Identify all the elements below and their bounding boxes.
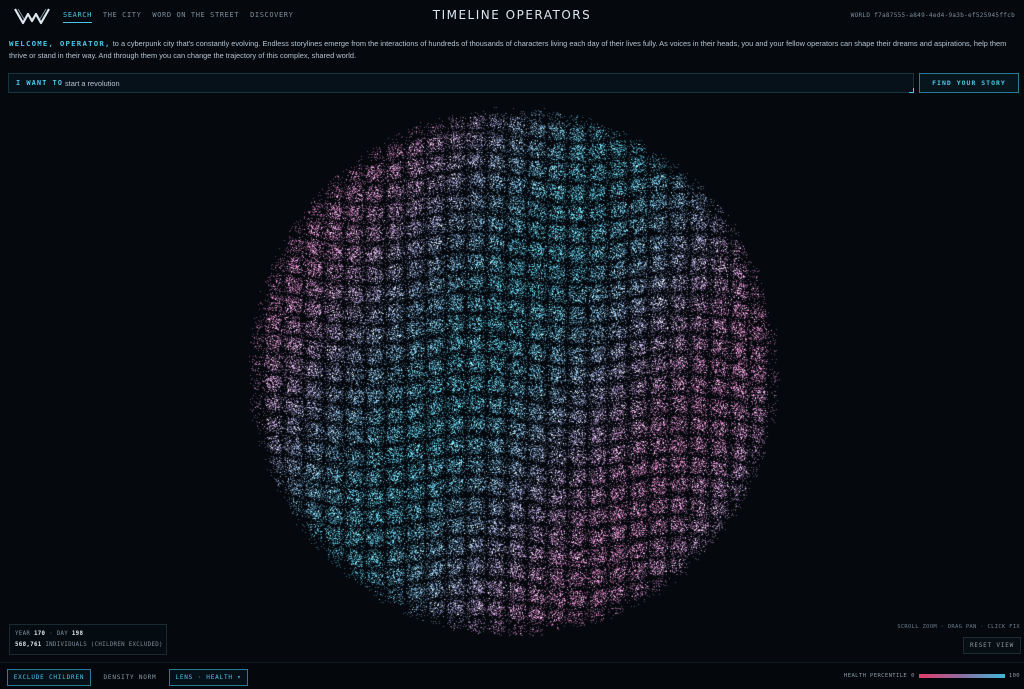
reset-view-button[interactable]: RESET VIEW bbox=[963, 637, 1021, 654]
welcome-highlight: WELCOME, OPERATOR, bbox=[9, 39, 111, 48]
day-value: 198 bbox=[71, 631, 84, 637]
health-legend: HEALTH PERCENTILE 0 100 bbox=[844, 673, 1020, 679]
year-value: 170 bbox=[33, 631, 46, 637]
density-norm-toggle[interactable]: DENSITY NORM bbox=[97, 669, 163, 686]
story-search-box: I WANT TO bbox=[8, 73, 914, 93]
find-your-story-button[interactable]: FIND YOUR STORY bbox=[919, 73, 1019, 93]
population-count: 568,761 bbox=[15, 642, 42, 648]
population-readout: 568,761 INDIVIDUALS (CHILDREN EXCLUDED) bbox=[15, 642, 163, 648]
exclude-children-toggle[interactable]: EXCLUDE CHILDREN bbox=[7, 669, 91, 686]
population-sphere-canvas[interactable] bbox=[0, 96, 1024, 662]
welcome-text: to a cyberpunk city that's constantly ev… bbox=[9, 39, 1007, 60]
world-id: WORLD f7a87555-a849-4ed4-9a3b-ef525945ff… bbox=[850, 12, 1015, 19]
legend-label: HEALTH PERCENTILE bbox=[844, 673, 908, 679]
search-input[interactable] bbox=[65, 77, 765, 90]
footer-bar: EXCLUDE CHILDREN DENSITY NORM LENS · HEA… bbox=[0, 662, 1024, 689]
simulation-info-panel: YEAR 170 · DAY 198 568,761 INDIVIDUALS (… bbox=[9, 624, 167, 655]
legend-max: 100 bbox=[1008, 673, 1020, 679]
legend-min: 0 bbox=[911, 673, 915, 679]
top-bar: SEARCH THE CITY WORD ON THE STREET DISCO… bbox=[0, 0, 1024, 32]
legend-gradient-bar bbox=[918, 674, 1005, 678]
search-prefix: I WANT TO bbox=[16, 79, 63, 87]
controls-hint: SCROLL ZOOM · DRAG PAN · CLICK FIX bbox=[897, 624, 1020, 630]
lens-dropdown[interactable]: LENS · HEALTH ▾ bbox=[169, 669, 248, 686]
date-readout: YEAR 170 · DAY 198 bbox=[15, 631, 84, 637]
welcome-message: WELCOME, OPERATOR, to a cyberpunk city t… bbox=[9, 38, 1019, 62]
corner-accent bbox=[909, 88, 914, 93]
